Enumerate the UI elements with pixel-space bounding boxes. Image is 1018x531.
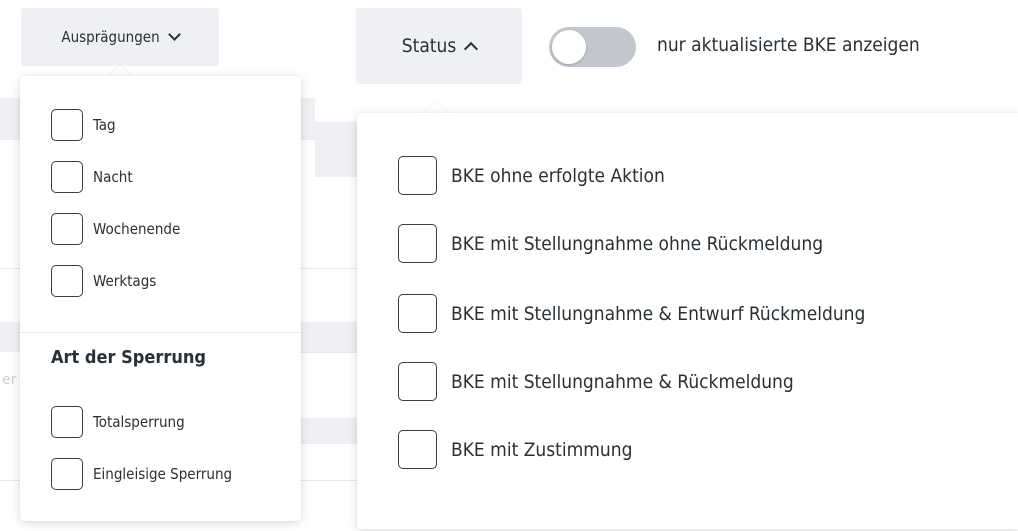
status-label: Status — [401, 35, 457, 57]
checkbox[interactable] — [51, 213, 83, 245]
row-divider — [301, 268, 357, 269]
row-divider — [0, 480, 20, 481]
status-option-stellungnahme-entwurf-rueckmeldung[interactable]: BKE mit Stellungnahme & Entwurf Rückmeld… — [398, 294, 865, 333]
updated-bke-toggle-label: nur aktualisierte BKE anzeigen — [657, 34, 920, 56]
chevron-up-icon — [464, 41, 479, 56]
option-tag[interactable]: Tag — [51, 109, 116, 141]
table-row — [0, 98, 20, 140]
row-divider — [301, 352, 357, 353]
sperrung-heading: Art der Sperrung — [51, 347, 206, 368]
row-divider — [301, 480, 357, 481]
row-divider — [0, 268, 20, 269]
checkbox[interactable] — [398, 430, 437, 469]
option-label: Nacht — [93, 168, 133, 186]
option-werktags[interactable]: Werktags — [51, 265, 156, 297]
checkbox[interactable] — [51, 458, 83, 490]
option-label: BKE ohne erfolgte Aktion — [451, 164, 665, 187]
option-label: BKE mit Stellungnahme ohne Rückmeldung — [451, 232, 824, 255]
option-label: Wochenende — [93, 220, 181, 238]
status-option-stellungnahme-ohne-rueckmeldung[interactable]: BKE mit Stellungnahme ohne Rückmeldung — [398, 224, 823, 263]
section-divider — [20, 332, 301, 333]
option-label: BKE mit Stellungnahme & Entwurf Rückmeld… — [451, 302, 866, 325]
checkbox[interactable] — [51, 406, 83, 438]
updated-bke-toggle[interactable] — [549, 27, 636, 67]
checkbox[interactable] — [398, 294, 437, 333]
chevron-down-icon — [167, 28, 181, 41]
option-label: Totalsperrung — [93, 413, 185, 431]
table-row — [301, 322, 357, 352]
table-row — [301, 418, 357, 444]
option-nacht[interactable]: Nacht — [51, 161, 133, 193]
checkbox[interactable] — [398, 156, 437, 195]
checkbox[interactable] — [51, 265, 83, 297]
status-popover: BKE ohne erfolgte Aktion BKE mit Stellun… — [357, 113, 1018, 529]
option-label: Werktags — [93, 272, 157, 290]
status-dropdown-button[interactable]: Status — [356, 8, 522, 84]
status-option-zustimmung[interactable]: BKE mit Zustimmung — [398, 430, 632, 469]
partial-cell-text: er — [2, 372, 17, 388]
auspraegungen-label: Ausprägungen — [61, 28, 160, 46]
option-label: BKE mit Zustimmung — [451, 438, 633, 461]
auspraegungen-dropdown-button[interactable]: Ausprägungen — [21, 8, 219, 66]
status-option-stellungnahme-rueckmeldung[interactable]: BKE mit Stellungnahme & Rückmeldung — [398, 362, 794, 401]
status-option-ohne-aktion[interactable]: BKE ohne erfolgte Aktion — [398, 156, 665, 195]
option-wochenende[interactable]: Wochenende — [51, 213, 180, 245]
checkbox[interactable] — [398, 362, 437, 401]
option-label: Tag — [93, 116, 116, 134]
table-row — [0, 322, 20, 352]
table-row — [301, 98, 315, 140]
option-eingleisige-sperrung[interactable]: Eingleisige Sperrung — [51, 458, 232, 490]
option-label: Eingleisige Sperrung — [93, 465, 233, 483]
checkbox[interactable] — [51, 109, 83, 141]
checkbox[interactable] — [51, 161, 83, 193]
auspraegungen-popover: Tag Nacht Wochenende Werktags Art der Sp… — [20, 76, 301, 521]
table-row — [315, 122, 357, 177]
option-totalsperrung[interactable]: Totalsperrung — [51, 406, 185, 438]
checkbox[interactable] — [398, 224, 437, 263]
option-label: BKE mit Stellungnahme & Rückmeldung — [451, 370, 794, 393]
toggle-knob — [552, 30, 586, 64]
